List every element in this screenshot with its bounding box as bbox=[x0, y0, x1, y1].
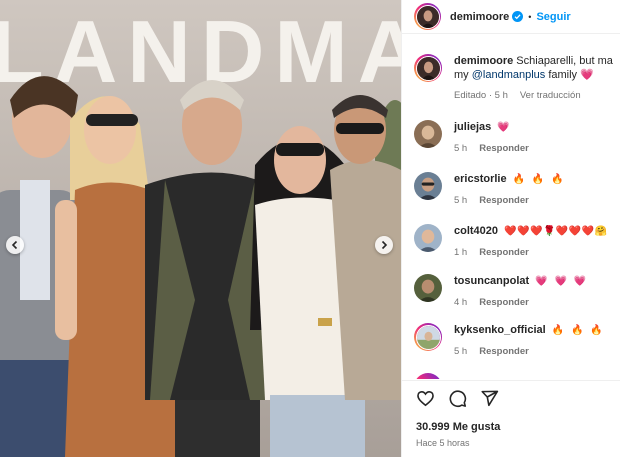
post-image: LANDMAN bbox=[0, 0, 401, 457]
comment-text: 🔥 🔥 🔥 bbox=[551, 325, 605, 336]
comment-time: 5 h bbox=[454, 195, 468, 206]
chevron-right-icon bbox=[381, 240, 388, 250]
post-side-panel: demimoore • Seguir demimoore Schiaparelli… bbox=[401, 0, 620, 457]
avatar[interactable] bbox=[414, 172, 442, 200]
comment-username[interactable]: colt4020 bbox=[454, 225, 498, 237]
avatar[interactable] bbox=[414, 54, 442, 82]
avatar[interactable] bbox=[414, 3, 441, 30]
caption-edited-time: Editado · 5 h bbox=[454, 90, 508, 101]
share-send-icon[interactable] bbox=[480, 389, 499, 408]
reply-button[interactable]: Responder bbox=[479, 143, 529, 154]
verified-badge-icon bbox=[512, 11, 524, 22]
comments-list[interactable]: demimoore Schiaparelli, but ma my @landma… bbox=[402, 48, 620, 378]
comment-username[interactable]: ericstorlie bbox=[454, 173, 507, 185]
likes-count[interactable]: 30.999 Me gusta bbox=[416, 421, 500, 433]
previous-image-button[interactable] bbox=[6, 236, 24, 254]
reply-button[interactable]: Responder bbox=[479, 195, 529, 206]
post-header: demimoore • Seguir bbox=[402, 0, 620, 34]
comment-text: 💗 💗 💗 bbox=[535, 276, 589, 287]
comment-username[interactable]: juliejas bbox=[454, 121, 491, 133]
follow-button[interactable]: Seguir bbox=[536, 11, 570, 23]
author-username[interactable]: demimoore bbox=[450, 11, 509, 23]
comment-time: 5 h bbox=[454, 346, 468, 357]
caption-username[interactable]: demimoore bbox=[454, 55, 513, 67]
chevron-left-icon bbox=[11, 240, 18, 250]
post-caption: demimoore Schiaparelli, but ma my @landma… bbox=[414, 54, 619, 108]
post-photo[interactable]: LANDMAN bbox=[0, 0, 401, 457]
avatar[interactable] bbox=[414, 274, 442, 302]
avatar[interactable] bbox=[414, 120, 442, 148]
comment-time: 5 h bbox=[454, 143, 468, 154]
next-comment-avatar-peek bbox=[414, 373, 442, 379]
comment-text: 🔥 🔥 🔥 bbox=[512, 174, 566, 185]
comment-username[interactable]: tosuncanpolat bbox=[454, 275, 529, 287]
comment-time: 4 h bbox=[454, 297, 468, 308]
comment-text: 💗 bbox=[497, 122, 512, 133]
caption-text-line2-before: my bbox=[454, 69, 472, 81]
like-heart-icon[interactable] bbox=[416, 389, 435, 408]
comment-bubble-icon[interactable] bbox=[448, 389, 467, 408]
caption-text: Schiaparelli, but ma bbox=[516, 55, 613, 67]
comment-text: ❤️❤️❤️🌹❤️❤️❤️🤗 bbox=[504, 226, 608, 237]
caption-emoji: 💗 bbox=[580, 69, 594, 81]
reply-button[interactable]: Responder bbox=[479, 247, 529, 258]
reply-button[interactable]: Responder bbox=[479, 297, 529, 308]
avatar[interactable] bbox=[414, 224, 442, 252]
header-separator: • bbox=[528, 11, 532, 22]
mention-link[interactable]: @landmanplus bbox=[472, 69, 546, 81]
avatar[interactable] bbox=[414, 323, 442, 351]
post-time-ago: Hace 5 horas bbox=[416, 438, 470, 448]
comment-username[interactable]: kyksenko_official bbox=[454, 324, 546, 336]
comment-time: 1 h bbox=[454, 247, 468, 258]
post-actions: 30.999 Me gusta Hace 5 horas bbox=[402, 380, 620, 457]
next-image-button[interactable] bbox=[375, 236, 393, 254]
reply-button[interactable]: Responder bbox=[479, 346, 529, 357]
caption-text-line2-after: family bbox=[545, 69, 578, 81]
see-translation-link[interactable]: Ver traducción bbox=[520, 90, 581, 101]
